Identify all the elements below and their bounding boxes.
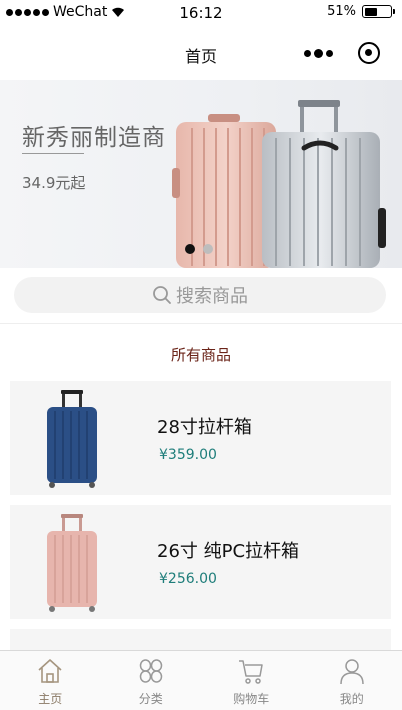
indicator-dot-1[interactable] [185, 244, 195, 254]
product-image [47, 514, 97, 612]
more-icon[interactable] [304, 48, 333, 58]
banner-title: 新秀丽制造商 [22, 125, 166, 151]
home-icon [38, 659, 62, 683]
tab-label: 主页 [38, 692, 63, 706]
profile-icon [340, 659, 364, 685]
product-price: ¥256.00 [159, 571, 217, 587]
tab-category[interactable]: 分类 [101, 651, 202, 710]
product-card[interactable]: 26寸 纯PC拉杆箱 ¥256.00 [10, 505, 391, 619]
nav-bar: 首页 [0, 26, 402, 80]
indicator-dot-2[interactable] [203, 244, 213, 254]
battery-icon [362, 5, 395, 18]
product-card[interactable] [10, 629, 391, 650]
tab-cart[interactable]: 购物车 [201, 651, 302, 710]
banner-carousel[interactable]: 新秀丽制造商 34.9元起 [0, 80, 402, 268]
product-price: ¥359.00 [159, 447, 217, 463]
cart-icon [239, 660, 263, 684]
tab-label: 分类 [138, 692, 163, 706]
tab-label: 我的 [339, 692, 364, 706]
miniprogram-capsule [292, 38, 382, 68]
tab-bar: 主页 分类 购物车 我的 [0, 650, 402, 710]
product-card[interactable]: 28寸拉杆箱 ¥359.00 [10, 381, 391, 495]
product-name: 28寸拉杆箱 [157, 417, 252, 438]
status-bar: WeChat 16:12 51% [0, 0, 402, 26]
section-title: 所有商品 [170, 346, 231, 364]
search-section: 搜索商品 [0, 268, 402, 324]
carousel-indicators [185, 244, 213, 254]
close-target-icon[interactable] [358, 42, 380, 64]
battery-group: 51% [327, 4, 395, 19]
search-icon [153, 286, 171, 304]
search-placeholder: 搜索商品 [176, 286, 248, 307]
category-icon [139, 659, 162, 683]
luggage-banner-image [172, 100, 386, 268]
product-name: 26寸 纯PC拉杆箱 [157, 541, 300, 562]
battery-percent: 51% [327, 4, 356, 19]
tab-profile[interactable]: 我的 [302, 651, 402, 710]
search-input[interactable]: 搜索商品 [14, 277, 386, 313]
banner-divider [22, 153, 84, 154]
banner-price: 34.9元起 [22, 174, 86, 192]
battery-level [364, 7, 378, 16]
tab-home[interactable]: 主页 [0, 651, 101, 710]
product-image [47, 390, 97, 488]
tab-label: 购物车 [233, 692, 270, 706]
